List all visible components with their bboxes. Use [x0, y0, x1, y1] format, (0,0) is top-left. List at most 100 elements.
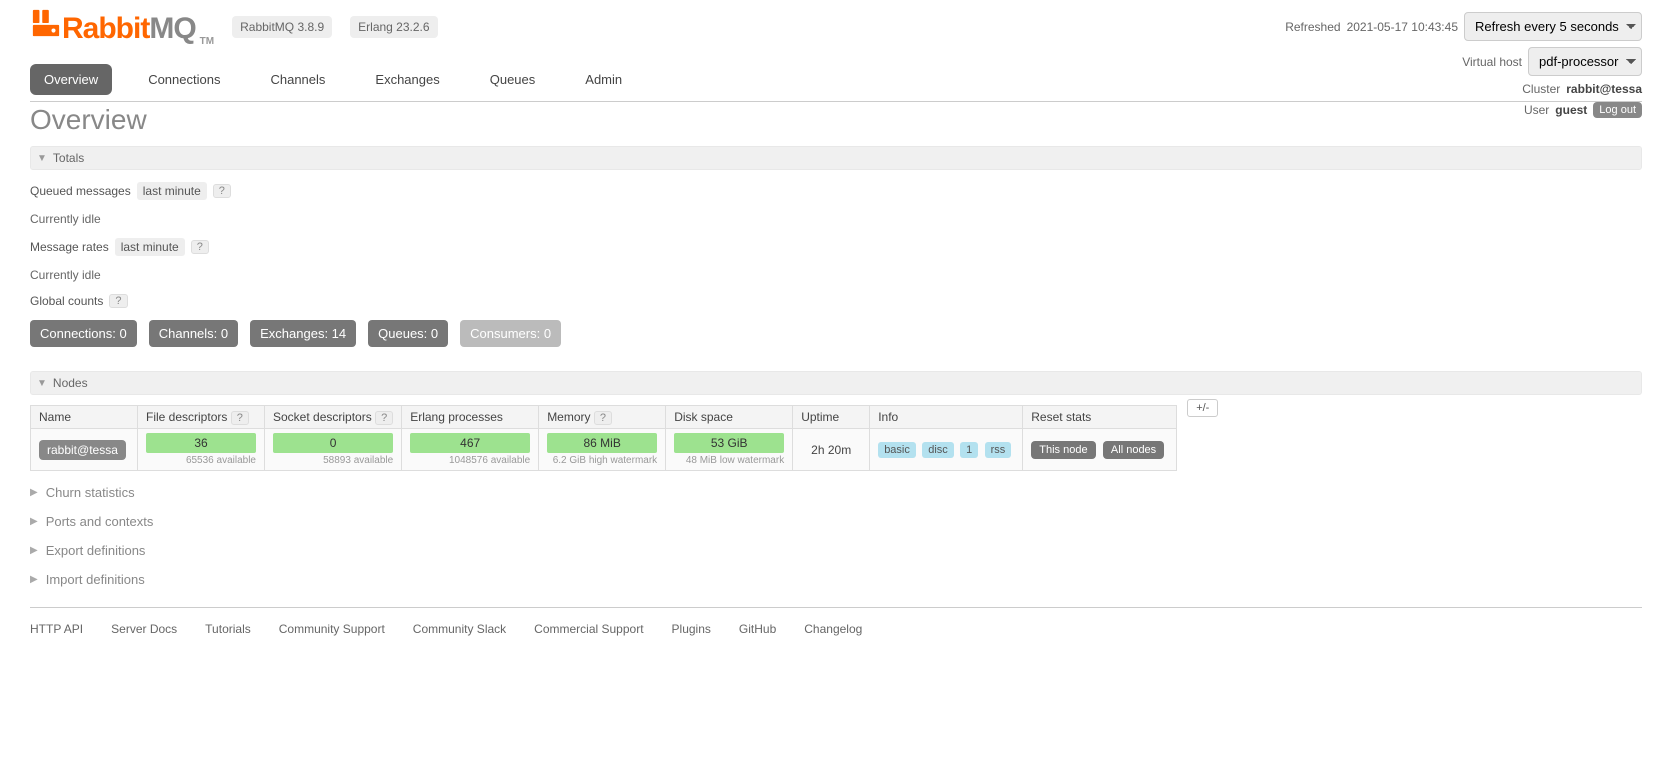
- count-channels[interactable]: Channels: 0: [149, 320, 238, 347]
- chevron-down-icon: ▼: [37, 378, 47, 389]
- user-value: guest: [1555, 103, 1587, 117]
- section-import-label: Import definitions: [46, 572, 145, 587]
- help-icon[interactable]: ?: [231, 411, 249, 425]
- col-info[interactable]: Info: [870, 406, 1023, 429]
- col-sd[interactable]: Socket descriptors ?: [265, 406, 402, 429]
- columns-toggle[interactable]: +/-: [1187, 399, 1218, 417]
- help-icon[interactable]: ?: [594, 411, 612, 425]
- col-uptime[interactable]: Uptime: [793, 406, 870, 429]
- footer-links: HTTP API Server Docs Tutorials Community…: [30, 607, 1642, 650]
- info-cell: basic disc 1 rss: [870, 429, 1023, 471]
- section-nodes-label: Nodes: [53, 376, 88, 390]
- count-connections[interactable]: Connections: 0: [30, 320, 137, 347]
- erlang-badge: Erlang 23.2.6: [350, 16, 437, 38]
- info-1[interactable]: 1: [960, 442, 978, 458]
- logo[interactable]: RabbitMQ TM: [30, 8, 214, 46]
- section-export-label: Export definitions: [46, 543, 146, 558]
- link-plugins[interactable]: Plugins: [672, 622, 711, 636]
- ep-avail: 1048576 available: [410, 455, 530, 466]
- trademark: TM: [200, 36, 214, 47]
- section-churn-label: Churn statistics: [46, 485, 135, 500]
- section-churn[interactable]: ▶ Churn statistics: [30, 485, 1642, 500]
- mem-note: 6.2 GiB high watermark: [547, 455, 657, 466]
- table-header-row: Name File descriptors ? Socket descripto…: [31, 406, 1177, 429]
- info-basic[interactable]: basic: [878, 442, 916, 458]
- fd-avail: 65536 available: [146, 455, 256, 466]
- col-mem[interactable]: Memory ?: [539, 406, 666, 429]
- section-ports[interactable]: ▶ Ports and contexts: [30, 514, 1642, 529]
- info-rss[interactable]: rss: [985, 442, 1012, 458]
- help-icon[interactable]: ?: [109, 294, 127, 308]
- section-nodes[interactable]: ▼ Nodes: [30, 371, 1642, 395]
- top-right-panel: Refreshed 2021-05-17 10:43:45 Refresh ev…: [1285, 12, 1642, 124]
- section-import[interactable]: ▶ Import definitions: [30, 572, 1642, 587]
- section-totals[interactable]: ▼ Totals: [30, 146, 1642, 170]
- refreshed-time: 2021-05-17 10:43:45: [1347, 20, 1458, 34]
- chevron-right-icon: ▶: [30, 545, 38, 556]
- sd-avail: 58893 available: [273, 455, 393, 466]
- fd-bar: 36: [146, 433, 256, 453]
- section-totals-label: Totals: [53, 151, 84, 165]
- rates-idle: Currently idle: [30, 268, 1642, 282]
- logout-button[interactable]: Log out: [1593, 102, 1642, 118]
- col-fd[interactable]: File descriptors ?: [138, 406, 265, 429]
- tab-channels[interactable]: Channels: [256, 64, 339, 95]
- chevron-right-icon: ▶: [30, 516, 38, 527]
- reset-cell: This node All nodes: [1023, 429, 1177, 471]
- cluster-value: rabbit@tessa: [1566, 82, 1642, 96]
- global-counts: Connections: 0 Channels: 0 Exchanges: 14…: [30, 320, 1642, 347]
- chevron-right-icon: ▶: [30, 574, 38, 585]
- vhost-select[interactable]: pdf-processor: [1528, 47, 1642, 76]
- global-label: Global counts: [30, 294, 103, 308]
- version-badge: RabbitMQ 3.8.9: [232, 16, 332, 38]
- chevron-right-icon: ▶: [30, 487, 38, 498]
- tab-connections[interactable]: Connections: [134, 64, 234, 95]
- nodes-table: Name File descriptors ? Socket descripto…: [30, 405, 1177, 471]
- link-community-support[interactable]: Community Support: [279, 622, 385, 636]
- sd-bar: 0: [273, 433, 393, 453]
- chevron-down-icon: ▼: [37, 153, 47, 164]
- count-consumers[interactable]: Consumers: 0: [460, 320, 561, 347]
- reset-this-button[interactable]: This node: [1031, 441, 1095, 459]
- col-reset[interactable]: Reset stats: [1023, 406, 1177, 429]
- tab-exchanges[interactable]: Exchanges: [361, 64, 453, 95]
- section-export[interactable]: ▶ Export definitions: [30, 543, 1642, 558]
- table-row: rabbit@tessa 36 65536 available 0 58893 av…: [31, 429, 1177, 471]
- help-icon[interactable]: ?: [191, 240, 209, 254]
- help-icon[interactable]: ?: [213, 184, 231, 198]
- refresh-select[interactable]: Refresh every 5 seconds: [1464, 12, 1642, 41]
- node-link[interactable]: rabbit@tessa: [39, 440, 126, 460]
- disk-note: 48 MiB low watermark: [674, 455, 784, 466]
- link-github[interactable]: GitHub: [739, 622, 776, 636]
- mem-bar: 86 MiB: [547, 433, 657, 453]
- tab-queues[interactable]: Queues: [476, 64, 550, 95]
- link-community-slack[interactable]: Community Slack: [413, 622, 506, 636]
- queued-label: Queued messages: [30, 184, 131, 198]
- link-tutorials[interactable]: Tutorials: [205, 622, 251, 636]
- disk-bar: 53 GiB: [674, 433, 784, 453]
- col-disk[interactable]: Disk space: [666, 406, 793, 429]
- col-name[interactable]: Name: [31, 406, 138, 429]
- section-ports-label: Ports and contexts: [46, 514, 154, 529]
- link-commercial[interactable]: Commercial Support: [534, 622, 643, 636]
- refreshed-label: Refreshed: [1285, 20, 1340, 34]
- reset-all-button[interactable]: All nodes: [1103, 441, 1164, 459]
- uptime-cell: 2h 20m: [793, 429, 870, 471]
- ep-bar: 467: [410, 433, 530, 453]
- count-queues[interactable]: Queues: 0: [368, 320, 448, 347]
- help-icon[interactable]: ?: [375, 411, 393, 425]
- last-minute-tag-2[interactable]: last minute: [115, 238, 185, 256]
- cluster-label: Cluster: [1522, 82, 1560, 96]
- info-disc[interactable]: disc: [922, 442, 954, 458]
- link-server-docs[interactable]: Server Docs: [111, 622, 177, 636]
- tab-admin[interactable]: Admin: [571, 64, 636, 95]
- rates-label: Message rates: [30, 240, 109, 254]
- rabbitmq-icon: [30, 8, 62, 38]
- count-exchanges[interactable]: Exchanges: 14: [250, 320, 356, 347]
- col-ep[interactable]: Erlang processes: [402, 406, 539, 429]
- last-minute-tag[interactable]: last minute: [137, 182, 207, 200]
- link-http-api[interactable]: HTTP API: [30, 622, 83, 636]
- link-changelog[interactable]: Changelog: [804, 622, 862, 636]
- tab-overview[interactable]: Overview: [30, 64, 112, 95]
- queued-idle: Currently idle: [30, 212, 1642, 226]
